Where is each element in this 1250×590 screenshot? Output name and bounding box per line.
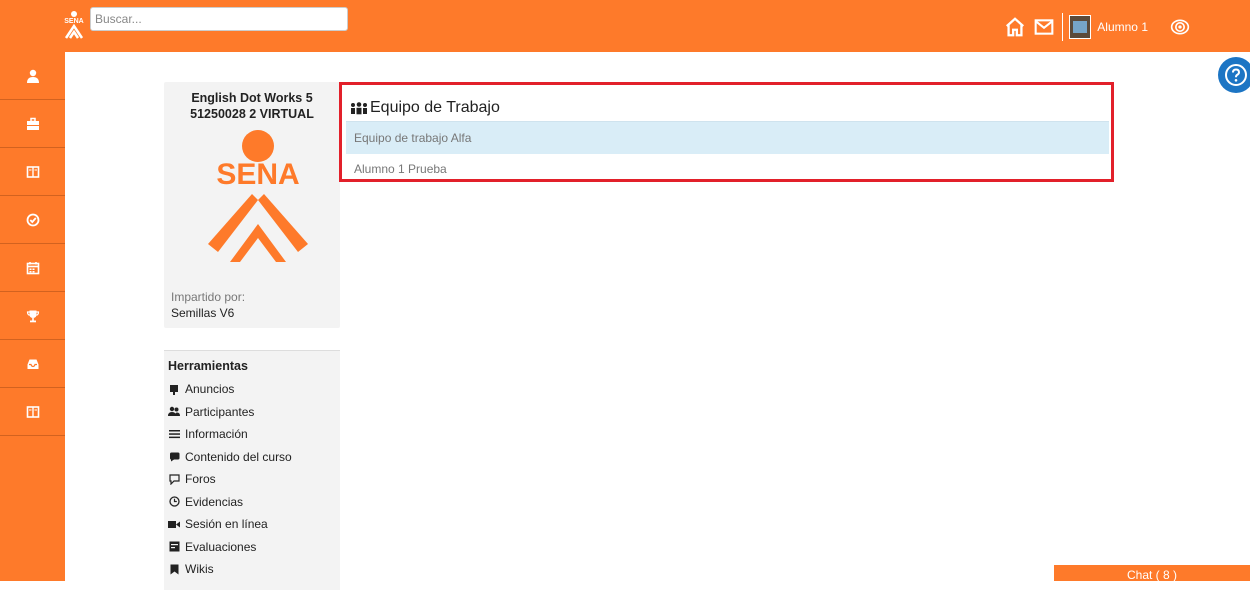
help-button[interactable]: [1218, 57, 1250, 93]
tool-label: Contenido del curso: [185, 449, 292, 464]
course-title-line-1: English Dot Works 5: [191, 91, 313, 105]
content-icon: [168, 451, 180, 463]
calendar-icon: [26, 261, 39, 274]
book-icon: [26, 165, 39, 178]
sidebar-item-tasks[interactable]: [0, 196, 65, 244]
avatar[interactable]: [1069, 15, 1092, 39]
tools-list: Anuncios Participantes Información Conte…: [168, 378, 292, 581]
messages-button[interactable]: [1034, 17, 1062, 37]
sidebar-item-library[interactable]: [0, 388, 65, 436]
home-button[interactable]: [1004, 16, 1034, 38]
divider: [1062, 13, 1064, 41]
tool-item-forums[interactable]: Foros: [168, 468, 292, 491]
tool-item-information[interactable]: Información: [168, 423, 292, 446]
briefcase-icon: [26, 117, 39, 130]
team-name-row[interactable]: Equipo de trabajo Alfa: [346, 121, 1109, 154]
users-icon: [168, 406, 180, 418]
tool-label: Información: [185, 427, 248, 442]
tool-label: Foros: [185, 472, 216, 487]
user-icon: [26, 69, 39, 83]
list-icon: [168, 428, 180, 440]
trophy-icon: [26, 310, 39, 322]
team-member-row[interactable]: Alumno 1 Prueba: [346, 162, 1109, 176]
course-title-line-2: 51250028 2 VIRTUAL: [190, 107, 314, 121]
user-name[interactable]: Alumno 1: [1097, 20, 1148, 34]
tool-label: Sesión en línea: [185, 517, 268, 532]
search-input[interactable]: [90, 7, 348, 31]
evaluation-icon: [168, 541, 180, 553]
tool-item-evaluations[interactable]: Evaluaciones: [168, 536, 292, 559]
left-sidebar: [0, 52, 65, 581]
mail-icon: [1034, 19, 1054, 35]
work-team-panel: Equipo de Trabajo Equipo de trabajo Alfa…: [339, 82, 1114, 182]
taught-by-label: Impartido por:: [171, 290, 246, 304]
top-right-controls: Alumno 1: [1004, 13, 1190, 41]
sidebar-item-book[interactable]: [0, 148, 65, 196]
tool-label: Evaluaciones: [185, 539, 257, 554]
sidebar-item-achievements[interactable]: [0, 292, 65, 340]
book-icon: [26, 405, 39, 418]
top-bar: SENA Alumno 1: [0, 0, 1250, 52]
video-icon: [168, 518, 180, 530]
tools-title: Herramientas: [168, 359, 248, 373]
sena-logo-icon[interactable]: SENA: [60, 10, 88, 40]
tool-item-announcements[interactable]: Anuncios: [168, 378, 292, 401]
view-toggle-button[interactable]: [1170, 17, 1190, 37]
tool-item-wikis[interactable]: Wikis: [168, 558, 292, 581]
tool-item-online-session[interactable]: Sesión en línea: [168, 513, 292, 536]
work-team-title: Equipo de Trabajo: [370, 99, 500, 116]
tool-label: Evidencias: [185, 494, 244, 509]
work-team-heading: Equipo de Trabajo: [350, 99, 500, 117]
group-icon: [351, 102, 367, 115]
tool-label: Wikis: [185, 562, 214, 577]
course-title: English Dot Works 5 51250028 2 VIRTUAL: [164, 90, 340, 122]
forum-icon: [168, 473, 180, 485]
tool-item-participants[interactable]: Participantes: [168, 401, 292, 424]
inbox-icon: [27, 359, 38, 369]
check-circle-icon: [26, 213, 39, 226]
bookmark-icon: [168, 563, 180, 575]
sidebar-item-courses[interactable]: [0, 100, 65, 148]
tool-label: Participantes: [185, 404, 255, 419]
tool-item-course-content[interactable]: Contenido del curso: [168, 446, 292, 469]
taught-by-name: Semillas V6: [171, 306, 235, 320]
clock-icon: [168, 496, 180, 508]
sidebar-item-inbox[interactable]: [0, 340, 65, 388]
tools-panel: Herramientas Anuncios Participantes Info…: [164, 350, 340, 590]
home-icon: [1006, 17, 1025, 37]
eye-icon: [1170, 19, 1190, 35]
announcement-icon: [168, 383, 180, 395]
sidebar-item-profile[interactable]: [0, 52, 65, 100]
sena-logo: SENA: [208, 130, 308, 262]
help-icon: [1225, 64, 1247, 86]
svg-text:SENA: SENA: [216, 158, 299, 191]
course-card: English Dot Works 5 51250028 2 VIRTUAL S…: [164, 82, 340, 328]
sidebar-item-calendar[interactable]: [0, 244, 65, 292]
chat-bar[interactable]: Chat ( 8 ): [1054, 565, 1250, 582]
tool-label: Anuncios: [185, 382, 235, 397]
tool-item-evidence[interactable]: Evidencias: [168, 491, 292, 514]
